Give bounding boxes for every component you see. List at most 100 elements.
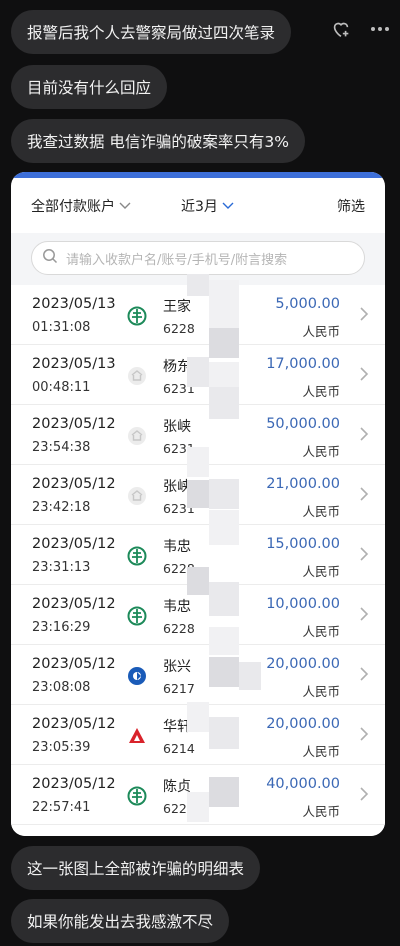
privacy-mosaic [209, 387, 239, 419]
abc-bank-icon [127, 786, 147, 806]
chat-message: 目前没有什么回应 [11, 65, 168, 109]
account-filter-label: 全部付款账户 [31, 198, 115, 215]
payee-account: 6228 [163, 321, 195, 336]
transaction-row[interactable]: 2023/05/12 23:08:08 张兴 6217 20,000.00 人民币 [11, 645, 385, 705]
transaction-currency: 人民币 [302, 564, 340, 579]
chevron-right-icon [359, 786, 369, 806]
abc-bank-icon [127, 606, 147, 626]
transaction-date: 2023/05/12 [32, 716, 116, 732]
payee-name: 韦忠 [163, 599, 191, 615]
transaction-time: 23:08:08 [32, 680, 91, 695]
privacy-mosaic [239, 662, 261, 690]
transaction-time: 23:31:13 [32, 560, 91, 575]
transaction-amount: 17,000.00 [266, 356, 340, 372]
transaction-currency: 人民币 [302, 684, 340, 699]
transaction-currency: 人民币 [302, 504, 340, 519]
abc-bank-icon [127, 306, 147, 326]
chevron-right-icon [359, 546, 369, 566]
chevron-down-icon [222, 198, 234, 214]
chevron-right-icon [359, 666, 369, 686]
search-icon [42, 248, 58, 268]
transaction-date: 2023/05/12 [32, 596, 116, 612]
privacy-mosaic [209, 657, 239, 687]
transaction-row[interactable]: 2023/05/12张兴6,000.00 [11, 825, 385, 836]
privacy-mosaic [187, 792, 209, 822]
payee-account: 6217 [163, 681, 195, 696]
more-icon[interactable] [370, 26, 390, 32]
chevron-down-icon [119, 198, 131, 214]
chat-message: 报警后我个人去警察局做过四次笔录 [11, 10, 292, 54]
transaction-date: 2023/05/12 [32, 536, 116, 552]
cmbc-bank-icon [127, 726, 147, 746]
transaction-amount: 20,000.00 [266, 716, 340, 732]
transaction-amount: 20,000.00 [266, 656, 340, 672]
chevron-right-icon [359, 486, 369, 506]
privacy-mosaic [187, 357, 209, 387]
transaction-screenshot[interactable]: 全部付款账户 近3月 筛选 请输入收款户名/账号/手机号/附言搜索 2023/0… [11, 172, 385, 836]
transaction-time: 22:57:41 [32, 800, 91, 815]
transaction-currency: 人民币 [302, 444, 340, 459]
transaction-time: 23:42:18 [32, 500, 91, 515]
transaction-currency: 人民币 [302, 384, 340, 399]
privacy-mosaic [187, 447, 209, 477]
transaction-time: 23:05:39 [32, 740, 91, 755]
payee-name: 张峡 [163, 419, 191, 435]
privacy-mosaic [209, 479, 239, 509]
search-placeholder: 请输入收款户名/账号/手机号/附言搜索 [66, 252, 288, 268]
bank-icon [127, 366, 147, 386]
transaction-currency: 人民币 [302, 324, 340, 339]
range-filter-label: 近3月 [181, 198, 218, 215]
privacy-mosaic [209, 328, 239, 358]
transaction-amount: 40,000.00 [266, 776, 340, 792]
heart-plus-icon[interactable] [330, 18, 352, 40]
privacy-mosaic [209, 717, 239, 749]
transaction-date: 2023/05/12 [32, 416, 116, 432]
filter-bar: 全部付款账户 近3月 筛选 [11, 178, 385, 233]
transaction-date: 2023/05/13 [32, 296, 116, 312]
bank-icon [127, 486, 147, 506]
privacy-mosaic [209, 510, 239, 545]
privacy-mosaic [187, 480, 209, 508]
bank-icon [127, 426, 147, 446]
transaction-time: 00:48:11 [32, 380, 91, 395]
account-filter[interactable]: 全部付款账户 [31, 196, 131, 216]
payee-account: 6214 [163, 741, 195, 756]
transaction-amount: 21,000.00 [266, 476, 340, 492]
transaction-time: 23:54:38 [32, 440, 91, 455]
privacy-mosaic [209, 627, 239, 655]
chevron-right-icon [359, 366, 369, 386]
transaction-currency: 人民币 [302, 744, 340, 759]
chevron-right-icon [359, 606, 369, 626]
chevron-right-icon [359, 426, 369, 446]
transaction-amount: 10,000.00 [266, 596, 340, 612]
transaction-amount: 15,000.00 [266, 536, 340, 552]
privacy-mosaic [187, 274, 209, 296]
transaction-date: 2023/05/12 [32, 776, 116, 792]
transaction-time: 23:16:29 [32, 620, 91, 635]
payee-account: 6228 [163, 621, 195, 636]
ccb-bank-icon [127, 666, 147, 686]
transaction-time: 01:31:08 [32, 320, 91, 335]
message-actions [330, 18, 390, 40]
privacy-mosaic [209, 777, 239, 807]
range-filter[interactable]: 近3月 [181, 196, 234, 216]
chat-message: 我查过数据 电信诈骗的破案率只有3% [11, 119, 306, 163]
filter-button[interactable]: 筛选 [337, 196, 365, 216]
privacy-mosaic [209, 582, 239, 616]
chevron-right-icon [359, 726, 369, 746]
transaction-currency: 人民币 [302, 624, 340, 639]
privacy-mosaic [209, 280, 239, 332]
transaction-date: 2023/05/12 [32, 656, 116, 672]
chat-message: 如果你能发出去我感激不尽 [11, 899, 230, 943]
transaction-amount: 5,000.00 [275, 296, 340, 312]
privacy-mosaic [187, 567, 209, 595]
payee-name: 王家 [163, 299, 191, 315]
payee-name: 韦忠 [163, 539, 191, 555]
payee-name: 张兴 [163, 659, 191, 675]
abc-bank-icon [127, 546, 147, 566]
transaction-currency: 人民币 [302, 804, 340, 819]
chevron-right-icon [359, 306, 369, 326]
transaction-amount: 50,000.00 [266, 416, 340, 432]
transaction-date: 2023/05/12 [32, 476, 116, 492]
search-input[interactable]: 请输入收款户名/账号/手机号/附言搜索 [31, 241, 365, 275]
